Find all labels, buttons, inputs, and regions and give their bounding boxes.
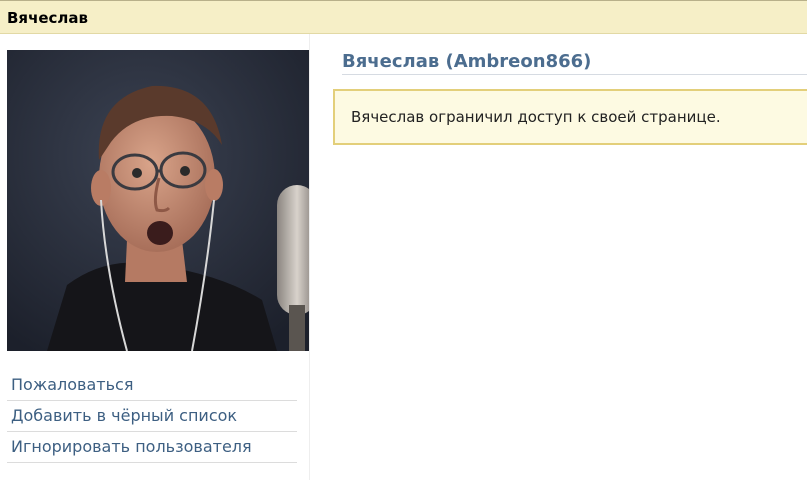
heading-divider — [342, 74, 807, 75]
access-restricted-notice: Вячеслав ограничил доступ к своей страни… — [333, 89, 807, 145]
profile-name-heading: Вячеслав (Ambreon866) — [342, 51, 592, 72]
ignore-user-link[interactable]: Игнорировать пользователя — [7, 432, 297, 463]
profile-photo-image — [7, 50, 309, 351]
top-bar: Вячеслав — [0, 0, 807, 34]
profile-photo[interactable] — [7, 50, 309, 351]
profile-sidebar: Пожаловаться Добавить в чёрный список Иг… — [0, 34, 310, 480]
notice-text: Вячеслав ограничил доступ к своей страни… — [351, 108, 721, 126]
page-title: Вячеслав — [7, 9, 89, 27]
report-link[interactable]: Пожаловаться — [7, 370, 297, 401]
profile-actions: Пожаловаться Добавить в чёрный список Иг… — [7, 370, 297, 463]
add-to-blacklist-link[interactable]: Добавить в чёрный список — [7, 401, 297, 432]
